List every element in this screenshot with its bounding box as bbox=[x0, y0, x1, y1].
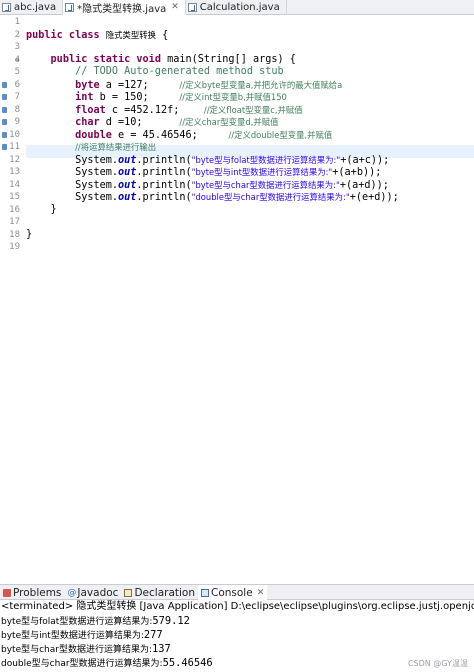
java-file-icon bbox=[187, 3, 197, 12]
close-icon[interactable]: ✕ bbox=[257, 588, 265, 598]
line-number: 18 bbox=[9, 229, 20, 240]
close-icon[interactable]: ✕ bbox=[171, 2, 179, 12]
change-marker-icon bbox=[2, 81, 7, 88]
code-line: double e = 45.46546; //定义double型变量,并赋值 bbox=[75, 129, 333, 141]
editor-tab-bar: abc.java *隐式类型转换.java ✕ Calculation.java bbox=[0, 0, 474, 15]
tab-console[interactable]: Console ✕ bbox=[198, 585, 268, 600]
tab-abc-java[interactable]: abc.java bbox=[0, 0, 64, 15]
code-line: char d =10; //定义char型变量d,并赋值 bbox=[75, 117, 279, 128]
line-number: 11 bbox=[0, 141, 22, 154]
line-number: 8 bbox=[0, 104, 22, 117]
code-line: } bbox=[26, 203, 57, 215]
change-marker-icon bbox=[2, 119, 7, 125]
code-lines: public class 隐式类型转换 { public static void… bbox=[26, 16, 474, 254]
console-status: <terminated> 隐式类型转换 [Java Application] D… bbox=[1, 601, 474, 612]
main-signature: main(String[] args) { bbox=[167, 53, 296, 65]
line-number: 9 bbox=[0, 116, 22, 129]
tab-label: Declaration bbox=[134, 586, 195, 599]
line-number: 19 bbox=[9, 242, 20, 252]
code-line: System.out.println("byte型与folat型数据进行运算结果… bbox=[26, 154, 390, 166]
code-line: System.out.println("double型与char型数据进行运算结… bbox=[26, 192, 399, 203]
code-comment: //定义double型变量,并赋值 bbox=[228, 129, 333, 140]
tab-label: *隐式类型转换.java bbox=[77, 3, 167, 15]
console-output-line: byte型与int型数据进行运算结果为:277 bbox=[1, 629, 163, 641]
tab-label: abc.java bbox=[14, 2, 57, 13]
console-output-line: byte型与char型数据进行运算结果为:137 bbox=[1, 643, 171, 655]
change-marker-icon bbox=[2, 144, 7, 150]
line-number: 1 bbox=[14, 17, 20, 27]
console-icon bbox=[201, 588, 209, 597]
change-marker-icon bbox=[2, 106, 7, 113]
tab-label: Javadoc bbox=[77, 586, 119, 599]
line-number: 2 bbox=[14, 29, 20, 40]
problems-icon bbox=[3, 588, 11, 597]
change-marker-icon bbox=[2, 94, 7, 100]
code-line: } bbox=[26, 228, 33, 240]
change-marker-icon bbox=[2, 131, 7, 138]
console-view[interactable]: <terminated> 隐式类型转换 [Java Application] D… bbox=[0, 600, 474, 672]
class-name: 隐式类型转换 bbox=[105, 29, 156, 40]
line-number: 6 bbox=[0, 79, 22, 92]
line-number: 14 bbox=[9, 179, 20, 190]
tab-label: Console bbox=[211, 586, 253, 599]
tab-calculation-java[interactable]: Calculation.java bbox=[186, 0, 287, 15]
tab-label: Calculation.java bbox=[199, 2, 280, 13]
java-file-icon bbox=[65, 2, 75, 12]
line-number: ⊖ 4 bbox=[14, 54, 20, 67]
code-comment: //定义int型变量b,并赋值150 bbox=[179, 92, 287, 102]
line-number: 7 bbox=[0, 91, 22, 104]
todo-comment: // TODO Auto-generated method stub bbox=[75, 66, 284, 77]
code-comment: //定义char型变量d,并赋值 bbox=[179, 117, 279, 127]
declaration-icon bbox=[124, 588, 133, 597]
code-comment: //定义float型变量c,并赋值 bbox=[203, 104, 303, 115]
console-output-line: double型与char型数据进行运算结果为:55.46546 bbox=[1, 657, 213, 669]
console-output-line: byte型与folat型数据进行运算结果为:579.12 bbox=[1, 615, 190, 627]
tab-implicit-conversion-java[interactable]: *隐式类型转换.java ✕ bbox=[63, 0, 186, 15]
javadoc-icon: @ bbox=[67, 587, 77, 598]
line-number-ruler: 1 2 3 ⊖ 4 5 6 7 8 9 10 11 12 13 14 15 16 … bbox=[0, 15, 22, 254]
fold-collapse-icon[interactable]: ⊖ bbox=[15, 54, 19, 67]
tab-declaration[interactable]: Declaration bbox=[121, 585, 198, 600]
code-line: float c =452.12f; //定义float型变量c,并赋值 bbox=[75, 104, 303, 116]
line-number: 5 bbox=[14, 67, 20, 77]
code-line: System.out.println("byte型与int型数据进行运算结果为:… bbox=[26, 167, 382, 178]
line-number: 12 bbox=[9, 154, 20, 165]
line-number: 3 bbox=[14, 42, 20, 52]
line-number: 15 bbox=[9, 192, 20, 202]
java-file-icon bbox=[2, 3, 11, 12]
code-comment: //定义byte型变量a,并把允许的最大值赋给a bbox=[179, 79, 343, 90]
code-line: byte a =127; //定义byte型变量a,并把允许的最大值赋给a bbox=[75, 79, 343, 91]
code-comment: //将运算结果进行输出 bbox=[75, 142, 157, 152]
views-tab-bar: Problems @ Javadoc Declaration Console ✕ bbox=[0, 584, 474, 600]
code-line: //将运算结果进行输出 bbox=[26, 141, 474, 154]
code-line: public static void main(String[] args) { bbox=[50, 53, 296, 65]
tab-label: Problems bbox=[13, 586, 62, 599]
code-line: // TODO Auto-generated method stub bbox=[26, 66, 474, 79]
tab-problems[interactable]: Problems bbox=[0, 585, 64, 600]
code-line: System.out.println("byte型与char型数据进行运算结果为… bbox=[26, 179, 389, 191]
line-number: 17 bbox=[9, 217, 20, 227]
watermark: CSDN @GY温温 bbox=[407, 659, 468, 668]
line-number: 10 bbox=[0, 129, 22, 142]
line-number: 13 bbox=[9, 167, 20, 177]
code-editor[interactable]: 1 2 3 ⊖ 4 5 6 7 8 9 10 11 12 13 14 15 16 … bbox=[0, 15, 474, 583]
code-line: int b = 150; //定义int型变量b,并赋值150 bbox=[75, 92, 287, 103]
code-line: public class 隐式类型转换 { bbox=[26, 29, 169, 41]
tab-javadoc[interactable]: @ Javadoc bbox=[64, 585, 121, 600]
line-number: 16 bbox=[9, 204, 20, 215]
